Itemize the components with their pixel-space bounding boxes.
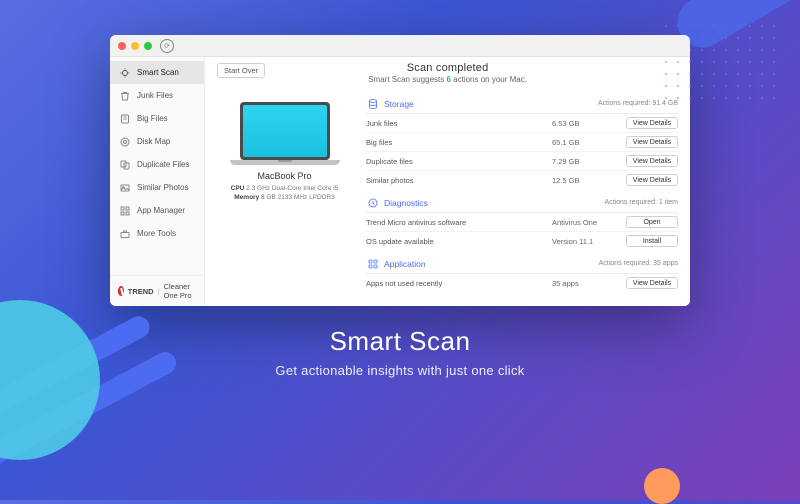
sidebar-item-app-manager[interactable]: App Manager — [110, 199, 204, 222]
brand-bar: TREND | Cleaner One Pro — [110, 275, 204, 306]
maximize-icon[interactable] — [144, 42, 152, 50]
view-details-button[interactable]: View Details — [626, 174, 678, 186]
sidebar-item-label: Disk Map — [137, 137, 170, 146]
install-button[interactable]: Install — [626, 235, 678, 247]
view-details-button[interactable]: View Details — [626, 155, 678, 167]
storage-section: Storage Actions required: 91.4 GB Junk f… — [366, 94, 678, 189]
storage-required: Actions required: 91.4 GB — [598, 100, 678, 107]
sidebar-item-label: Big Files — [137, 114, 168, 123]
application-icon — [366, 257, 379, 270]
storage-icon — [366, 97, 379, 110]
device-summary: MacBook Pro CPU 2.3 GHz Dual-Core Intel … — [217, 94, 352, 296]
sidebar-item-label: Junk Files — [137, 91, 173, 100]
storage-row: Duplicate files 7.29 GBView Details — [366, 152, 678, 171]
page-title: Scan completed — [265, 62, 630, 74]
minimize-icon[interactable] — [131, 42, 139, 50]
sidebar-item-junk-files[interactable]: Junk Files — [110, 84, 204, 107]
disk-map-icon — [118, 135, 131, 148]
product-name: Cleaner One Pro — [164, 282, 196, 300]
sidebar-item-label: More Tools — [137, 229, 176, 238]
trend-logo-icon — [118, 286, 124, 296]
big-files-icon — [118, 112, 131, 125]
sidebar-item-label: App Manager — [137, 206, 185, 215]
start-over-button[interactable]: Start Over — [217, 63, 265, 78]
main-panel: Start Over Scan completed Smart Scan sug… — [205, 57, 690, 306]
window-controls — [118, 42, 152, 50]
brand-name: TREND — [128, 287, 154, 296]
view-details-button[interactable]: View Details — [626, 136, 678, 148]
diagnostics-required: Actions required: 1 item — [604, 199, 678, 206]
view-details-button[interactable]: View Details — [626, 277, 678, 289]
hero-title: Smart Scan — [275, 326, 524, 357]
device-specs: CPU 2.3 GHz Dual-Core Intel Core i5 Memo… — [217, 184, 352, 202]
storage-row: Junk files 6.53 GBView Details — [366, 114, 678, 133]
hero: Smart Scan Get actionable insights with … — [275, 326, 524, 378]
toolbox-icon — [118, 227, 131, 240]
photos-icon — [118, 181, 131, 194]
application-required: Actions required: 35 apps — [599, 260, 678, 267]
section-title: Storage — [384, 99, 414, 109]
sidebar-item-big-files[interactable]: Big Files — [110, 107, 204, 130]
smart-scan-icon — [118, 66, 131, 79]
trash-icon — [118, 89, 131, 102]
diagnostics-row: OS update available Version 11.1Install — [366, 232, 678, 250]
application-section: Application Actions required: 35 apps Ap… — [366, 254, 678, 292]
section-title: Diagnostics — [384, 198, 428, 208]
close-icon[interactable] — [118, 42, 126, 50]
sidebar-item-disk-map[interactable]: Disk Map — [110, 130, 204, 153]
hero-subtitle: Get actionable insights with just one cl… — [275, 363, 524, 378]
titlebar: ⟳ — [110, 35, 690, 57]
sidebar-item-label: Duplicate Files — [137, 160, 189, 169]
sidebar-item-smart-scan[interactable]: Smart Scan — [110, 61, 204, 84]
sidebar: Smart Scan Junk Files Big Files Disk Map… — [110, 57, 205, 306]
laptop-illustration — [230, 102, 340, 165]
open-button[interactable]: Open — [626, 216, 678, 228]
storage-row: Big files 65.1 GBView Details — [366, 133, 678, 152]
view-details-button[interactable]: View Details — [626, 117, 678, 129]
page-subtitle: Smart Scan suggests 6 actions on your Ma… — [265, 75, 630, 84]
sidebar-item-duplicate-files[interactable]: Duplicate Files — [110, 153, 204, 176]
apps-icon — [118, 204, 131, 217]
sidebar-item-more-tools[interactable]: More Tools — [110, 222, 204, 245]
diagnostics-section: Diagnostics Actions required: 1 item Tre… — [366, 193, 678, 250]
sidebar-item-similar-photos[interactable]: Similar Photos — [110, 176, 204, 199]
sidebar-item-label: Smart Scan — [137, 68, 179, 77]
storage-row: Similar photos 12.5 GBView Details — [366, 171, 678, 189]
application-row: Apps not used recently 35 appsView Detai… — [366, 274, 678, 292]
device-name: MacBook Pro — [217, 171, 352, 181]
diagnostics-row: Trend Micro antivirus software Antivirus… — [366, 213, 678, 232]
diagnostics-icon — [366, 196, 379, 209]
duplicate-icon — [118, 158, 131, 171]
section-title: Application — [384, 259, 426, 269]
sidebar-item-label: Similar Photos — [137, 183, 189, 192]
app-badge-icon: ⟳ — [160, 39, 174, 53]
app-window: ⟳ Smart Scan Junk Files Big Files D — [110, 35, 690, 306]
